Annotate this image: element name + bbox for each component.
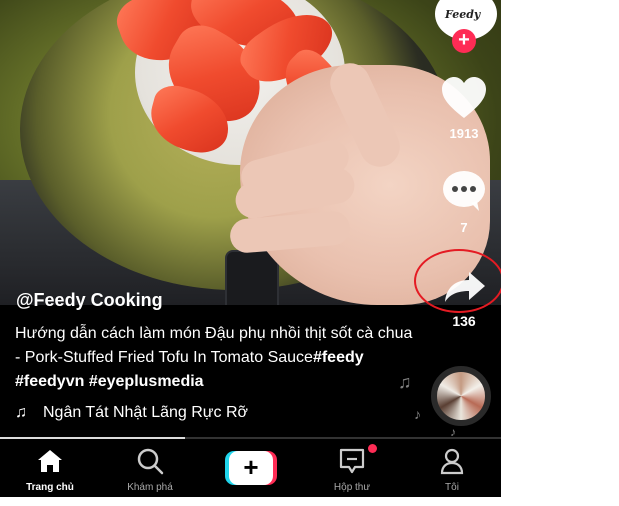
hashtag[interactable]: #feedyvn [15, 373, 84, 390]
follow-button[interactable]: + [452, 29, 476, 53]
video-caption: Hướng dẫn cách làm món Đậu phụ nhồi thịt… [15, 322, 415, 394]
author-name[interactable]: @Feedy Cooking [16, 290, 163, 311]
hashtag[interactable]: #feedy [313, 349, 364, 366]
comment-icon[interactable] [441, 170, 487, 212]
search-icon [137, 448, 164, 475]
music-title: Ngân Tát Nhật Lãng Rực Rỡ [43, 404, 249, 421]
tab-home-label: Trang chủ [26, 482, 74, 493]
inbox-icon [339, 448, 365, 474]
inbox-notification-dot [368, 444, 377, 453]
music-note-icon: ♫ [15, 404, 27, 421]
profile-icon [440, 448, 464, 475]
like-count: 1913 [449, 126, 479, 141]
tab-profile-label: Tôi [445, 482, 459, 493]
share-count: 136 [452, 313, 476, 329]
floating-music-note-icon: ♫ [398, 372, 412, 392]
heart-icon[interactable] [440, 76, 488, 120]
feedy-logo: Feedy [445, 8, 481, 21]
video-progress-bar[interactable] [0, 437, 501, 439]
add-icon: + [229, 451, 273, 485]
hashtag[interactable]: #eyeplusmedia [89, 373, 204, 390]
floating-music-note-icon: ♪ [414, 406, 421, 422]
pan-handle [225, 250, 279, 305]
comment-count: 7 [460, 220, 468, 235]
tab-inbox-label: Hộp thư [333, 482, 371, 493]
tab-discover-label: Khám phá [127, 482, 173, 493]
share-annotation-circle [414, 249, 501, 313]
phone-screen: @Feedy Cooking Hướng dẫn cách làm món Đậ… [0, 0, 501, 497]
home-icon [38, 450, 62, 472]
add-video-button[interactable]: + [225, 451, 277, 485]
music-disc[interactable] [431, 366, 491, 426]
music-marquee[interactable]: ♫ Ngân Tát Nhật Lãng Rực Rỡ [15, 404, 265, 422]
progress-fill [0, 437, 186, 439]
